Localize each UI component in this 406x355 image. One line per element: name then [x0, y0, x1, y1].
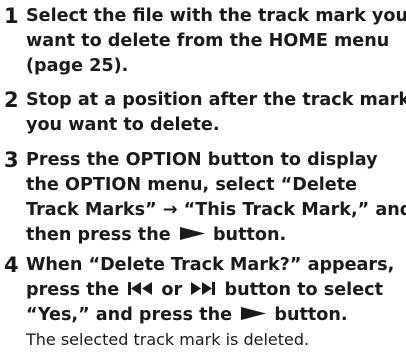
step-text-segment: button to select [224, 280, 383, 300]
step-text-segment: “Yes,” and press the [26, 305, 233, 325]
step-line: When “Delete Track Mark?” appears, [26, 255, 395, 275]
previous-track-icon [125, 281, 155, 296]
step-line: then press the button. [26, 223, 404, 248]
step-line: “Yes,” and press the button. [26, 303, 404, 328]
step-line: the OPTION menu, select “Delete [26, 175, 358, 195]
step-number: 2 [4, 88, 19, 112]
step-text: When “Delete Track Mark?” appears, press… [26, 253, 404, 351]
step-text-segment: press the [26, 280, 120, 300]
next-track-icon [188, 281, 218, 296]
step-line: want to delete from the HOME menu [26, 31, 390, 51]
step-line: you want to delete. [26, 115, 220, 135]
step-number: 1 [4, 4, 19, 28]
play-icon [177, 226, 207, 241]
step-number: 4 [4, 253, 19, 277]
step-text-segment: button. [274, 305, 348, 325]
step-text: Stop at a position after the track mark … [26, 88, 406, 138]
step-text-segment: then press the [26, 225, 171, 245]
step-line: Select the file with the track mark you [26, 6, 406, 26]
step-text-segment: button. [212, 225, 287, 245]
step-line: press the or button to select [26, 278, 404, 303]
step-line: Stop at a position after the track mark [26, 90, 406, 110]
step-text: Select the file with the track mark you … [26, 4, 406, 79]
step-line: Press the OPTION button to display [26, 150, 378, 170]
step-line: (page 25). [26, 56, 129, 76]
step-line: Track Marks” → “This Track Mark,” and [26, 200, 406, 220]
step-text: Press the OPTION button to display the O… [26, 148, 406, 248]
play-icon [238, 306, 268, 321]
step-number: 3 [4, 148, 19, 172]
step-result: The selected track mark is deleted. [26, 330, 310, 349]
step-text-segment: or [161, 280, 183, 300]
